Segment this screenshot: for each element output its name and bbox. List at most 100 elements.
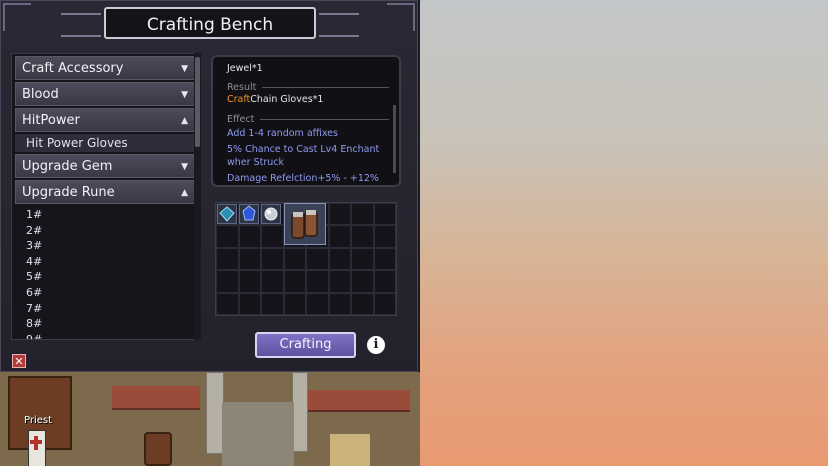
inventory-cell[interactable] bbox=[328, 203, 351, 226]
chevron-down-icon: ▼ bbox=[181, 162, 188, 172]
cross-icon bbox=[30, 440, 42, 444]
rune-recipe-item[interactable]: 8# bbox=[12, 316, 200, 332]
inventory-cell[interactable] bbox=[373, 270, 396, 293]
wooden-barrel bbox=[144, 432, 172, 466]
category-upgrade-gem[interactable]: Upgrade Gem ▼ bbox=[15, 154, 197, 178]
inventory-cell[interactable] bbox=[351, 247, 374, 271]
blue-gem-icon bbox=[242, 205, 256, 221]
effect-line: Damage Refelction+5% - +12% bbox=[227, 173, 379, 184]
inventory-cell[interactable] bbox=[283, 247, 306, 271]
category-blood[interactable]: Blood ▼ bbox=[15, 82, 197, 106]
rune-recipe-item[interactable]: 4# bbox=[12, 254, 200, 270]
result-item: Chain Gloves*1 bbox=[250, 94, 324, 105]
chain-gloves-slot[interactable] bbox=[284, 203, 326, 245]
inventory-cell[interactable] bbox=[283, 292, 306, 315]
inventory-cell[interactable] bbox=[261, 247, 284, 271]
roof-tiles bbox=[112, 386, 200, 410]
category-label: Blood bbox=[22, 87, 59, 102]
inventory-cell[interactable] bbox=[351, 270, 374, 293]
inventory-cell[interactable] bbox=[328, 247, 351, 271]
inventory-cell[interactable] bbox=[216, 270, 239, 293]
recipe-item-hit-power-gloves[interactable]: Hit Power Gloves bbox=[15, 134, 197, 152]
category-scroll-thumb[interactable] bbox=[195, 57, 200, 147]
rune-recipe-item[interactable]: 7# bbox=[12, 301, 200, 317]
category-label: HitPower bbox=[22, 113, 80, 128]
panel-corner-ornament bbox=[3, 3, 31, 31]
category-label: Craft Accessory bbox=[22, 61, 124, 76]
rune-recipe-item[interactable]: 1# bbox=[12, 207, 200, 223]
category-label: Upgrade Gem bbox=[22, 159, 113, 174]
inventory-cell[interactable] bbox=[351, 225, 374, 248]
title-ornament-left bbox=[61, 13, 101, 37]
orb-slot[interactable] bbox=[261, 204, 281, 224]
blue-gem-slot[interactable] bbox=[239, 204, 259, 224]
window-title: Crafting Bench bbox=[104, 7, 316, 39]
close-button[interactable]: ✕ bbox=[12, 354, 26, 368]
info-icon[interactable]: i bbox=[367, 336, 385, 354]
rune-recipe-item[interactable]: 9# bbox=[12, 332, 200, 339]
recipe-category-list[interactable]: Craft Accessory ▼ Blood ▼ HitPower ▲ Hit… bbox=[11, 53, 201, 340]
inventory-cell[interactable] bbox=[238, 270, 261, 293]
effect-heading: Effect bbox=[227, 114, 389, 125]
inventory-cell[interactable] bbox=[373, 247, 396, 271]
inventory-cell[interactable] bbox=[328, 225, 351, 248]
chevron-down-icon: ▼ bbox=[181, 90, 188, 100]
details-scrollbar[interactable] bbox=[393, 105, 396, 173]
inventory-cell[interactable] bbox=[306, 292, 329, 315]
inventory-cell[interactable] bbox=[261, 225, 284, 248]
inventory-cell[interactable] bbox=[306, 247, 329, 271]
result-heading: Result bbox=[227, 82, 389, 93]
rune-recipe-item[interactable]: 3# bbox=[12, 238, 200, 254]
jewel-slot[interactable] bbox=[217, 204, 237, 224]
inventory-cell[interactable] bbox=[216, 292, 239, 315]
roof-tiles bbox=[305, 390, 410, 412]
result-prefix: Craft bbox=[227, 94, 251, 105]
result-label: Result bbox=[227, 82, 257, 93]
chain-gloves-icon bbox=[291, 210, 318, 239]
game-world-scene: Priest bbox=[0, 372, 420, 466]
chevron-up-icon: ▲ bbox=[181, 116, 188, 126]
inventory-cell[interactable] bbox=[351, 292, 374, 315]
category-label: Upgrade Rune bbox=[22, 185, 115, 200]
inventory-cell[interactable] bbox=[216, 225, 239, 248]
inventory-cell[interactable] bbox=[261, 270, 284, 293]
inventory-cell[interactable] bbox=[261, 292, 284, 315]
inventory-cell[interactable] bbox=[351, 203, 374, 226]
rune-recipe-item[interactable]: 6# bbox=[12, 285, 200, 301]
inventory-cell[interactable] bbox=[373, 292, 396, 315]
rune-recipe-item[interactable]: 2# bbox=[12, 223, 200, 239]
inventory-cell[interactable] bbox=[373, 203, 396, 226]
materials-text: Jewel*1 bbox=[227, 63, 263, 74]
effect-line: 5% Chance to Cast Lv4 Enchant wher Struc… bbox=[227, 144, 380, 168]
inventory-cell[interactable] bbox=[283, 270, 306, 293]
divider bbox=[262, 87, 389, 88]
inventory-cell[interactable] bbox=[216, 247, 239, 271]
effect-label: Effect bbox=[227, 114, 255, 125]
category-upgrade-rune[interactable]: Upgrade Rune ▲ bbox=[15, 180, 197, 204]
inventory-cell[interactable] bbox=[373, 225, 396, 248]
inventory-cell[interactable] bbox=[238, 292, 261, 315]
inventory-cell[interactable] bbox=[238, 247, 261, 271]
crafting-bench-panel: Crafting Bench Craft Accessory ▼ Blood ▼… bbox=[0, 0, 418, 372]
chevron-up-icon: ▲ bbox=[181, 188, 188, 198]
category-craft-accessory[interactable]: Craft Accessory ▼ bbox=[15, 56, 197, 80]
jewel-icon bbox=[219, 206, 235, 222]
stone-pillar bbox=[292, 372, 308, 452]
result-text: CraftChain Gloves*1 bbox=[227, 94, 389, 105]
title-ornament-right bbox=[319, 13, 359, 37]
panel-corner-ornament bbox=[387, 3, 415, 31]
game-viewport: Crafting Bench Craft Accessory ▼ Blood ▼… bbox=[0, 0, 420, 466]
stone-ground bbox=[222, 402, 294, 466]
rune-recipe-item[interactable]: 5# bbox=[12, 269, 200, 285]
inventory-cell[interactable] bbox=[328, 292, 351, 315]
chevron-down-icon: ▼ bbox=[181, 64, 188, 74]
crafting-button[interactable]: Crafting bbox=[255, 332, 356, 358]
divider bbox=[260, 119, 389, 120]
inventory-cell[interactable] bbox=[238, 225, 261, 248]
inventory-cell[interactable] bbox=[328, 270, 351, 293]
orb-icon bbox=[264, 207, 278, 221]
inventory-cell[interactable] bbox=[306, 270, 329, 293]
hay-bale bbox=[330, 434, 370, 466]
category-hitpower[interactable]: HitPower ▲ bbox=[15, 108, 197, 132]
effect-line: Add 1-4 random affixes bbox=[227, 128, 338, 139]
